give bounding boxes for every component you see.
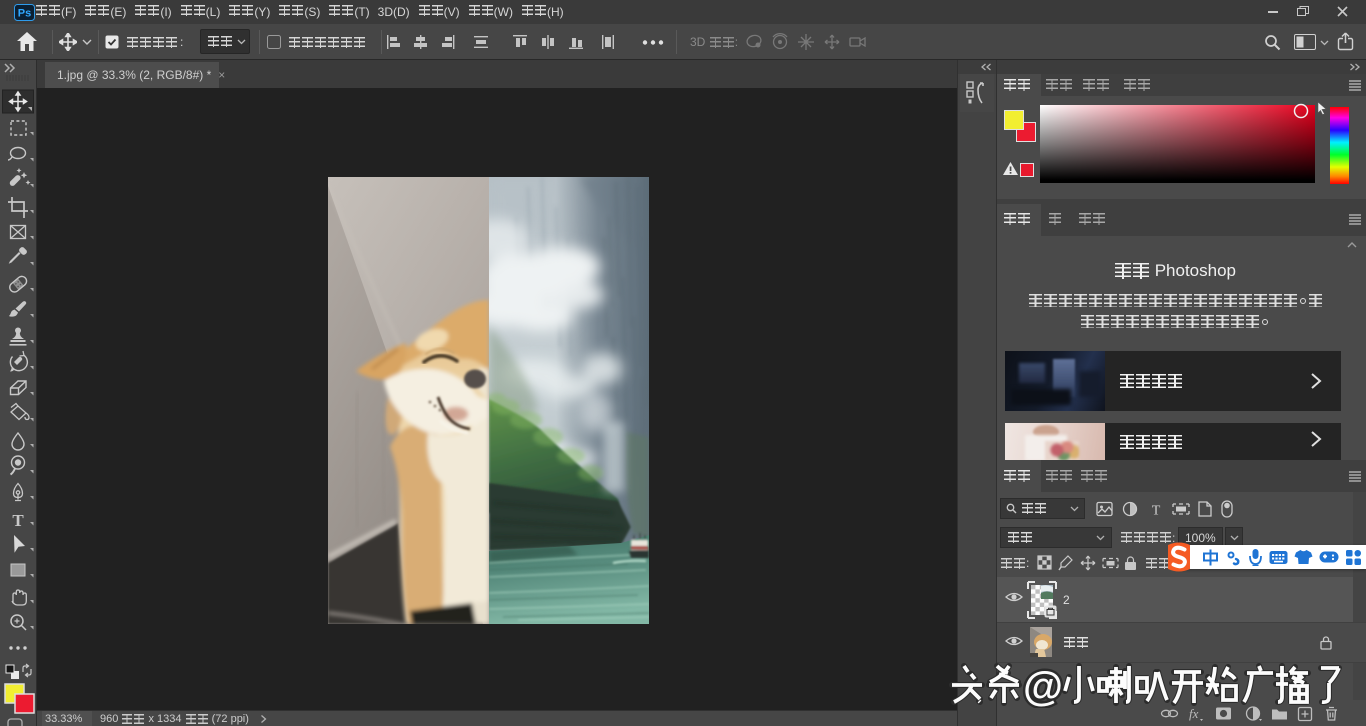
- svg-text:Ps: Ps: [18, 8, 31, 20]
- svg-text:T: T: [12, 511, 24, 530]
- svg-text:fx: fx: [1189, 706, 1199, 721]
- svg-text:T: T: [1152, 504, 1161, 519]
- svg-text:@: @: [1023, 663, 1063, 708]
